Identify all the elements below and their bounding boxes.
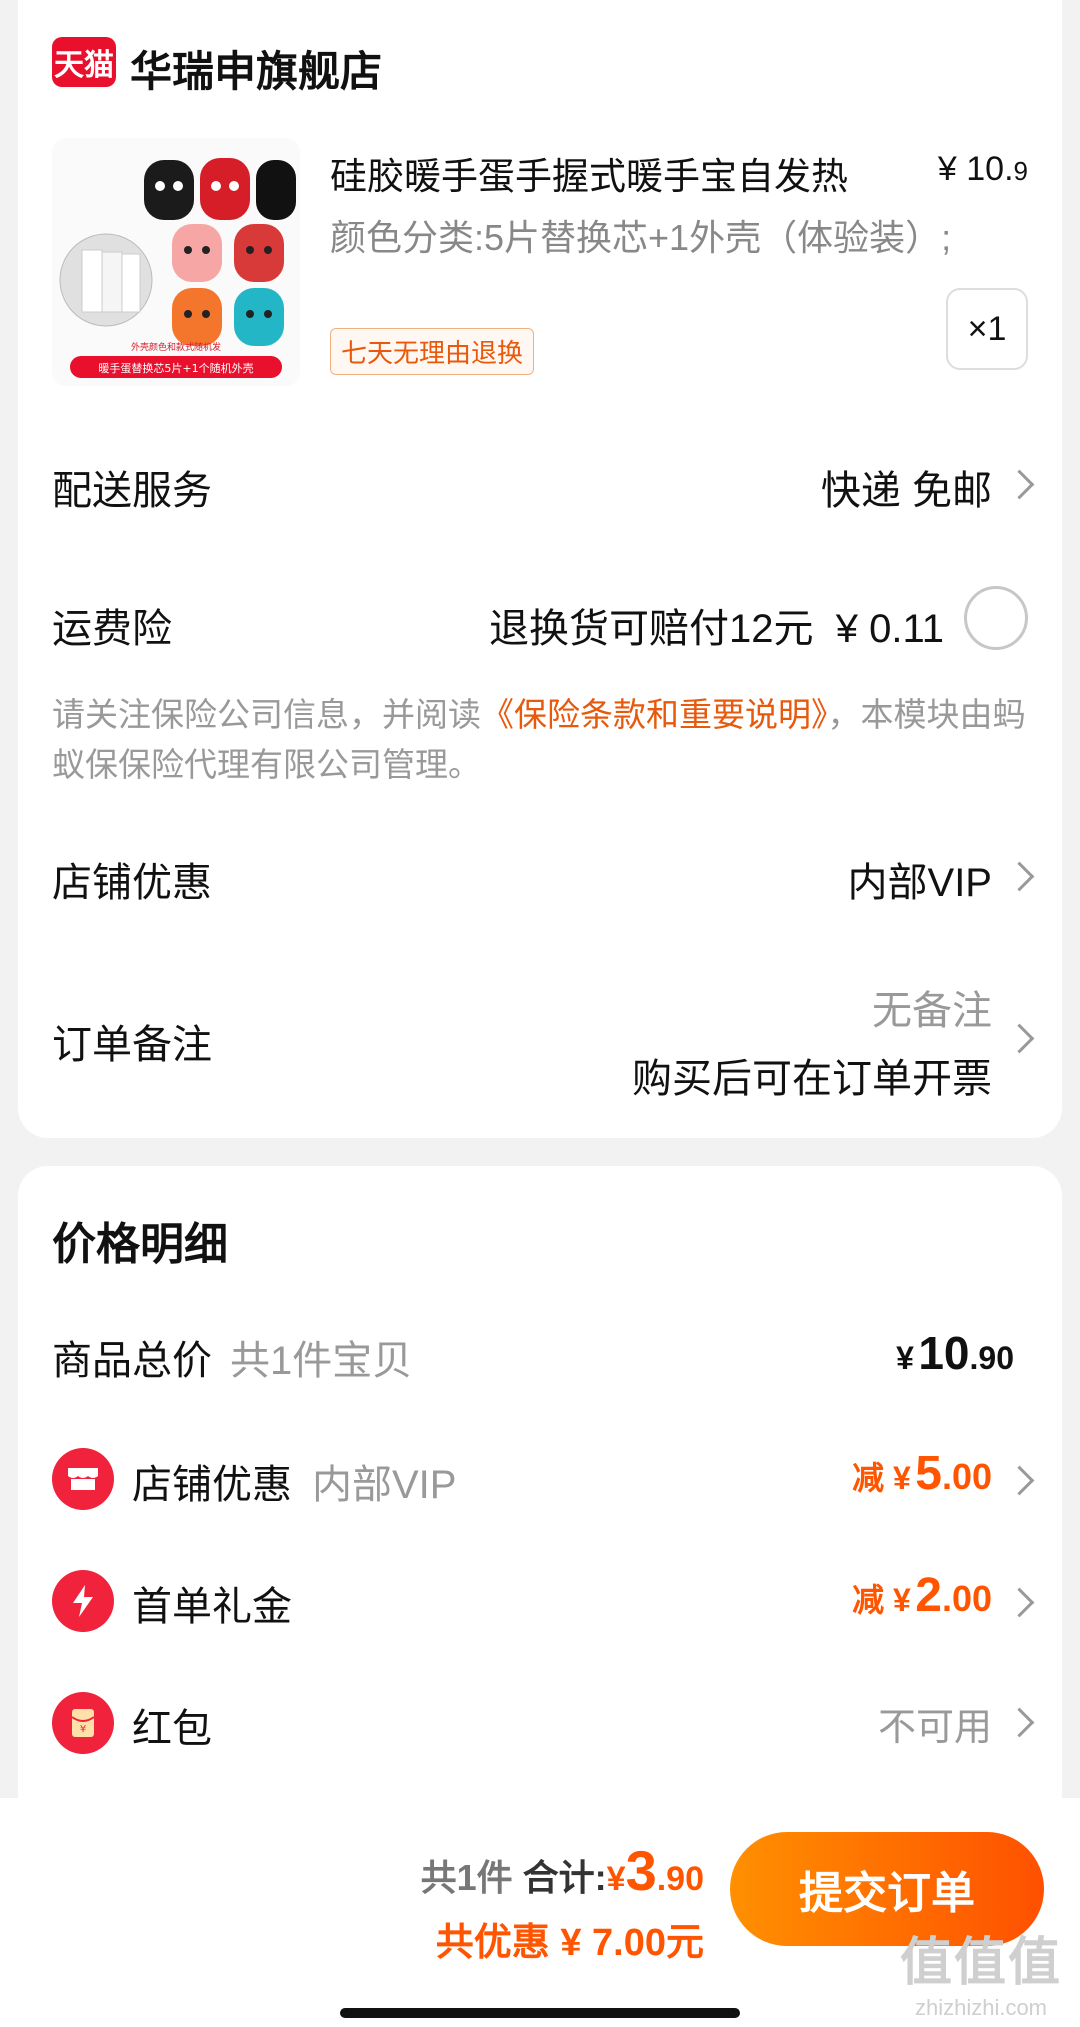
product-price-decimal: 9 <box>1013 156 1028 186</box>
item-count: 共1件 <box>420 1857 513 1898</box>
insurance-notice-pre: 请关注保险公司信息，并阅读 <box>52 696 481 733</box>
insurance-price: ¥ 0.11 <box>835 607 944 651</box>
insurance-terms-link[interactable]: 《保险条款和重要说明》 <box>481 696 828 733</box>
total-saved: 共优惠 ¥ 7.00元 <box>435 1922 704 1964</box>
remark-chevron-icon[interactable] <box>1004 1023 1035 1054</box>
price-detail-card: 价格明细 商品总价 共1件宝贝 ¥ 10.90 店铺优惠 内部VIP 减 ¥ 5.0… <box>18 1166 1062 1866</box>
store-icon <box>68 1468 98 1490</box>
insurance-label: 运费险 <box>52 607 172 651</box>
total-int: 3 <box>625 1839 657 1902</box>
image-caption-top: 外壳颜色和款式随机发 <box>131 341 221 353</box>
price-shop-discount-text: 店铺优惠 <box>132 1463 292 1507</box>
tmall-logo: 天猫 <box>52 37 116 87</box>
price-shop-discount-int: 5 <box>915 1447 942 1500</box>
order-card: 天猫 华瑞申旗舰店 外壳颜色和款式随机发 暖手蛋替换芯5片+1个随机外壳 硅胶暖… <box>18 0 1062 1138</box>
price-shop-discount-label: 店铺优惠 内部VIP <box>132 1452 456 1510</box>
total-label: 合计: <box>522 1857 607 1898</box>
goods-count: 共1件宝贝 <box>230 1339 413 1383</box>
product-image[interactable]: 外壳颜色和款式随机发 暖手蛋替换芯5片+1个随机外壳 <box>52 138 300 386</box>
shop-discount-chevron-icon[interactable] <box>1004 861 1035 892</box>
shop-discount-icon <box>52 1448 114 1510</box>
red-packet-chevron-icon[interactable] <box>1004 1707 1035 1738</box>
goods-total-yen: ¥ <box>896 1340 914 1376</box>
product-thumbnail-illustration: 外壳颜色和款式随机发 暖手蛋替换芯5片+1个随机外壳 <box>52 138 300 386</box>
insurance-value: 退换货可赔付12元 ¥ 0.11 <box>489 596 944 654</box>
remark-value[interactable]: 无备注 <box>872 978 992 1036</box>
first-order-label: 首单礼金 <box>132 1585 292 1629</box>
red-packet-label: 红包 <box>132 1707 212 1751</box>
goods-total-price: ¥ 10.90 <box>896 1326 1014 1380</box>
delivery-label: 配送服务 <box>52 469 212 513</box>
insurance-radio[interactable] <box>964 586 1028 650</box>
price-shop-discount-chevron-icon[interactable] <box>1004 1465 1035 1496</box>
goods-total-dec: .90 <box>969 1340 1014 1376</box>
image-caption: 暖手蛋替换芯5片+1个随机外壳 <box>98 361 253 375</box>
price-shop-discount-dec: .00 <box>941 1456 992 1497</box>
store-name[interactable]: 华瑞申旗舰店 <box>130 38 382 99</box>
price-shop-discount-prefix: 减 ¥ <box>852 1460 911 1496</box>
watermark-logo: 值值值 <box>899 1934 1062 1992</box>
return-policy-tag: 七天无理由退换 <box>330 328 535 375</box>
remark-label: 订单备注 <box>52 1023 212 1067</box>
shop-discount-value[interactable]: 内部VIP <box>848 850 992 908</box>
first-order-amount[interactable]: 减 ¥ 2.00 <box>852 1568 992 1623</box>
watermark-url: zhizhizhi.com <box>914 1995 1048 2020</box>
goods-total-label: 商品总价 共1件宝贝 <box>52 1328 412 1386</box>
insurance-notice: 请关注保险公司信息，并阅读《保险条款和重要说明》，本模块由蚂蚁保保险代理有限公司… <box>52 690 1042 790</box>
total-dec: .90 <box>656 1860 704 1898</box>
red-packet-value[interactable]: 不可用 <box>878 1696 992 1751</box>
first-order-int: 2 <box>915 1569 942 1622</box>
envelope-icon: ¥ <box>71 1709 95 1737</box>
shop-discount-label: 店铺优惠 <box>52 861 212 905</box>
goods-total-int: 10 <box>918 1327 970 1379</box>
product-price: ¥ 10.9 <box>938 150 1028 189</box>
first-order-icon <box>52 1570 114 1632</box>
product-title[interactable]: 硅胶暖手蛋手握式暖手宝自发热 <box>330 146 848 200</box>
product-sku[interactable]: 颜色分类:5片替换芯+1外壳（体验装）; <box>330 212 970 264</box>
red-packet-icon: ¥ <box>52 1692 114 1754</box>
delivery-chevron-icon[interactable] <box>1004 469 1035 500</box>
first-order-prefix: 减 ¥ <box>852 1582 911 1618</box>
price-detail-title: 价格明细 <box>52 1220 228 1269</box>
price-shop-discount-amount[interactable]: 减 ¥ 5.00 <box>852 1446 992 1501</box>
quantity-selector[interactable]: ×1 <box>946 288 1028 370</box>
insurance-coverage: 退换货可赔付12元 <box>489 607 814 651</box>
product-price-main: ¥ 10. <box>937 150 1014 188</box>
watermark: 值值值 zhizhizhi.com <box>900 1920 1062 2021</box>
first-order-chevron-icon[interactable] <box>1004 1587 1035 1618</box>
lightning-icon <box>73 1585 93 1617</box>
price-shop-discount-sub: 内部VIP <box>312 1463 457 1507</box>
first-order-dec: .00 <box>941 1578 992 1619</box>
remark-invoice-hint[interactable]: 购买后可在订单开票 <box>632 1046 992 1104</box>
svg-text:¥: ¥ <box>80 1724 86 1735</box>
home-indicator[interactable] <box>340 2008 740 2018</box>
delivery-value[interactable]: 快递 免邮 <box>821 458 992 516</box>
goods-total-label-text: 商品总价 <box>52 1339 212 1383</box>
total-yen: ¥ <box>606 1860 626 1898</box>
total-summary: 共1件 合计:¥3.90 <box>421 1838 704 1903</box>
